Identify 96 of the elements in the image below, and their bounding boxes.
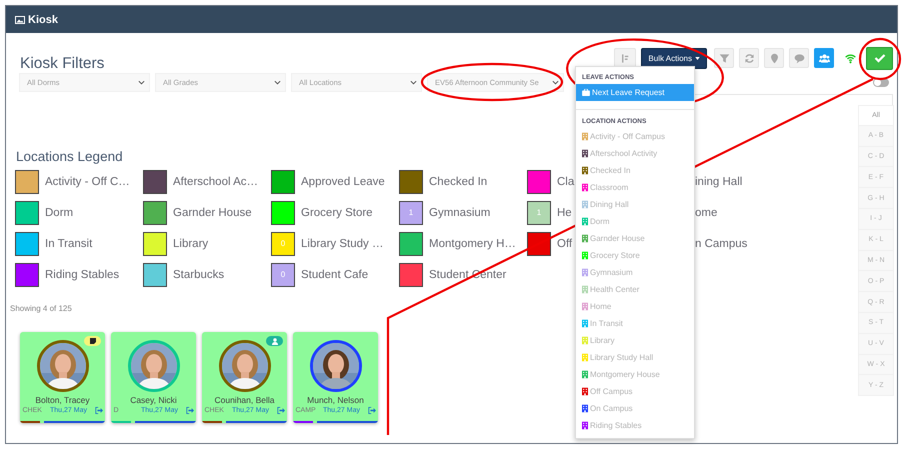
menu-item[interactable]: Gymnasium [576,264,694,281]
filter-button[interactable] [714,48,734,68]
building-icon [582,353,588,362]
map-marker-icon [768,52,780,64]
building-icon [582,251,588,260]
legend-label: Riding Stables [45,268,120,280]
comment-button[interactable] [789,48,809,68]
building-icon [582,234,588,243]
building-icon [582,132,588,141]
building-icon [582,285,588,294]
menu-item[interactable]: In Transit [576,315,694,332]
legend-label: n Campus [695,238,748,250]
building-icon [582,302,588,311]
color-swatch: 1 [527,200,551,224]
chevron-down-icon [552,80,559,85]
student-name: Munch, Nelson [307,395,364,405]
refresh-icon [744,52,754,64]
legend-label: Montgomery H… [429,238,516,250]
legend-label: Afterschool Ac… [173,176,258,188]
map-marker-button[interactable] [764,48,784,68]
menu-item[interactable]: On Campus [576,400,694,417]
caret-icon [695,56,700,60]
building-icon [582,336,588,345]
collapse-icon [620,52,631,64]
sign-out-icon [186,407,194,414]
filter-icon [718,52,730,64]
color-swatch: 0 [271,232,295,256]
image-icon [15,16,25,24]
menu-item[interactable]: Health Center [576,281,694,298]
building-icon [582,387,588,396]
legend-label: Dorm [45,206,74,218]
menu-item[interactable]: Off Campus [576,383,694,400]
building-icon [582,166,588,175]
menu-item[interactable]: Library [576,332,694,349]
legend-title: Locations Legend [16,149,123,164]
menu-item[interactable]: Grocery Store [576,247,694,264]
suitcase-icon [582,89,590,96]
legend-label: Library Study … [301,238,384,250]
legend-label: Starbucks [173,268,224,280]
check-icon [874,52,886,64]
page-title: Kiosk Filters [20,54,106,73]
menu-item[interactable]: Montgomery House [576,366,694,383]
legend-label: Garnder House [173,206,252,218]
building-icon [582,268,588,277]
menu-item[interactable]: Home [576,298,694,315]
wifi-icon [844,52,856,64]
legend-label: ome [695,206,718,218]
chevron-down-icon [274,80,281,85]
legend-label: Grocery Store [301,206,373,218]
building-icon [582,319,588,328]
menu-item[interactable]: Dining Hall [576,196,694,213]
building-icon [582,183,588,192]
color-swatch: 1 [399,200,423,224]
legend-label: Library [173,238,208,250]
refresh-button[interactable] [739,48,759,68]
chevron-down-icon [138,80,145,85]
student-name: Casey, Nicki [130,395,177,405]
legend-label: Off [557,238,572,250]
result-count: Showing 4 of 125 [10,304,72,313]
legend-label: Activity - Off C… [45,176,130,188]
legend-label: Student Cafe [301,268,368,280]
building-icon [582,370,588,379]
legend-label: In Transit [45,238,92,250]
menu-item[interactable]: Classroom [576,179,694,196]
window-title: Kiosk [28,14,58,26]
student-name: Counihan, Bella [214,395,274,405]
comment-icon [794,52,804,64]
legend-label: Cla [557,176,574,188]
menu-item[interactable]: Next Leave Request [576,84,694,101]
legend-label: Approved Leave [301,176,385,188]
menu-item[interactable]: Afterschool Activity [576,145,694,162]
menu-item[interactable]: Riding Stables [576,417,694,434]
menu-item[interactable]: Garnder House [576,230,694,247]
menu-item[interactable]: Dorm [576,213,694,230]
student-name: Bolton, Tracey [35,395,90,405]
menu-item[interactable]: Activity - Off Campus [576,128,694,145]
building-icon [582,149,588,158]
legend-label: Checked In [429,176,488,188]
building-icon [582,404,588,413]
sign-out-icon [276,407,284,414]
legend-label: ining Hall [695,176,742,188]
sign-out-icon [368,407,376,414]
users-button[interactable] [814,48,834,68]
check-button[interactable] [866,46,893,70]
menu-item[interactable]: Library Study Hall [576,349,694,366]
collapse-button[interactable] [614,48,636,68]
color-swatch: 0 [271,262,295,286]
users-icon [818,52,830,64]
menu-item[interactable]: Checked In [576,162,694,179]
sign-out-icon [94,407,102,414]
building-icon [582,217,588,226]
chevron-down-icon [410,80,417,85]
legend-label: Gymnasium [429,206,490,218]
legend-label: He [557,206,572,218]
building-icon [582,200,588,209]
building-icon [582,421,588,430]
